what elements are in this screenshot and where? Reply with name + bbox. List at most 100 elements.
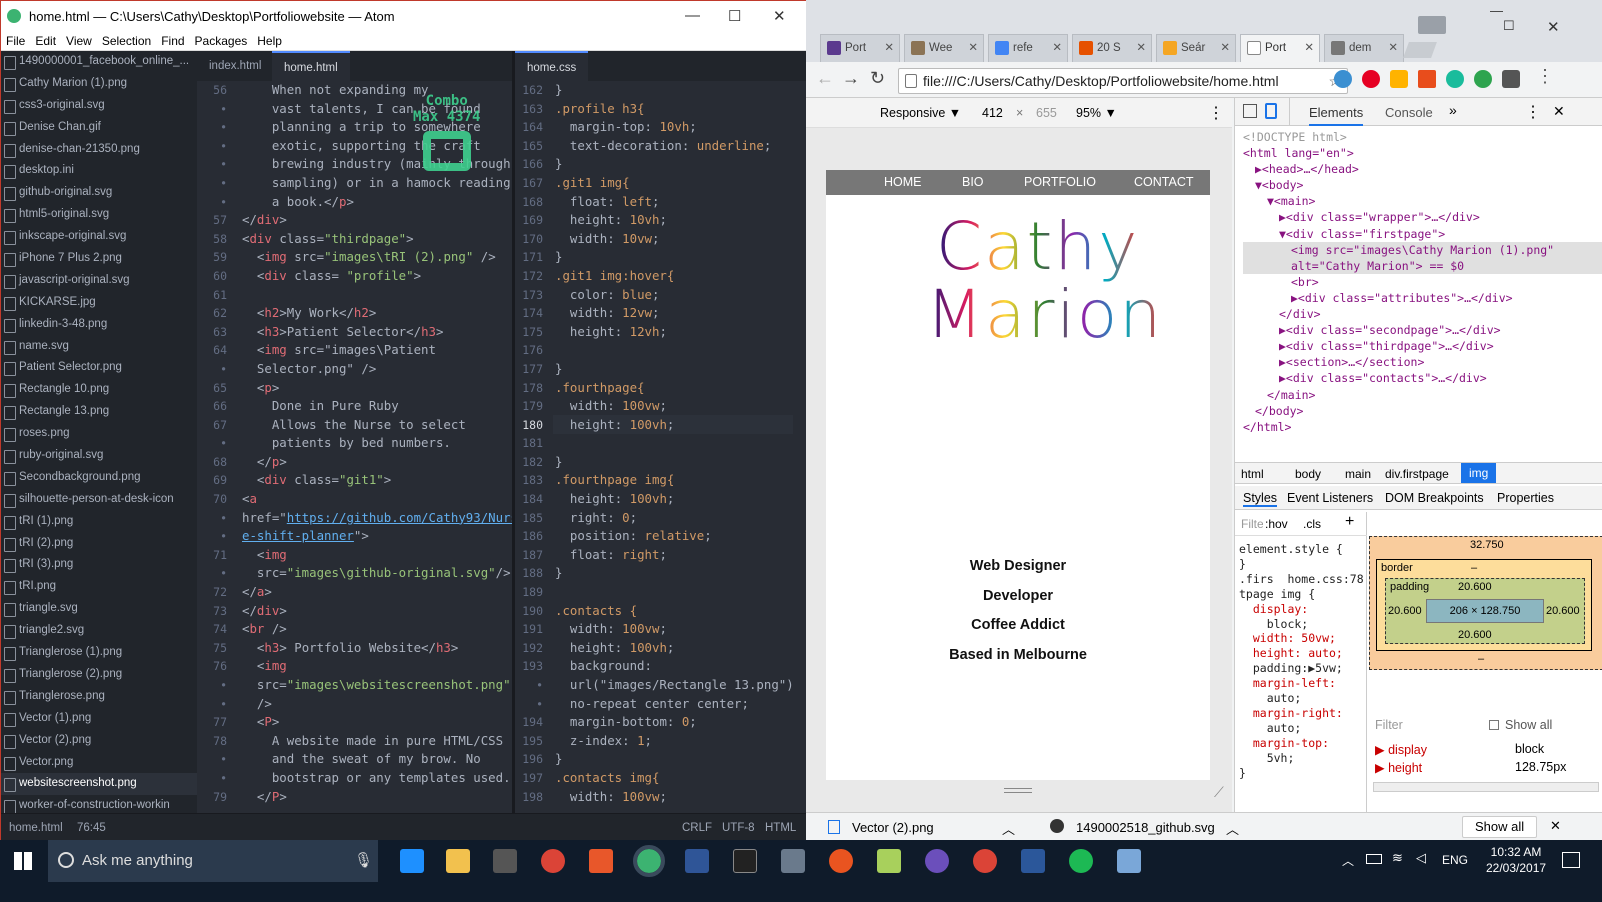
crumb-div-firstpage[interactable]: div.firstpage (1385, 467, 1449, 481)
tab-close-icon[interactable]: ✕ (1136, 35, 1146, 61)
file-explorer-icon[interactable] (446, 849, 470, 873)
style-line[interactable]: margin-top: (1239, 736, 1367, 751)
store-icon[interactable] (493, 849, 517, 873)
tab-close-icon[interactable]: ✕ (968, 35, 978, 61)
code-line[interactable]: width: 12vw; (555, 304, 821, 323)
code-line[interactable]: width: 100vw; (555, 788, 821, 807)
menu-find[interactable]: Find (156, 31, 189, 51)
dom-node[interactable]: ▼<main> (1243, 193, 1602, 209)
extension-icon-1[interactable] (1334, 70, 1352, 88)
dom-node[interactable]: alt="Cathy Marion"> == $0 (1243, 257, 1602, 274)
edge-icon[interactable] (400, 849, 424, 873)
tree-item[interactable]: github-original.svg (1, 182, 197, 204)
crumb-body[interactable]: body (1295, 467, 1321, 481)
microphone-icon[interactable]: 🎙 (354, 840, 373, 882)
crumb-img[interactable]: img (1461, 463, 1497, 483)
code-line[interactable]: height: 100vh; (555, 490, 821, 509)
code-line[interactable]: } (555, 81, 821, 100)
close-shelf-icon[interactable]: ✕ (1550, 818, 1561, 834)
code-line[interactable]: Allows the Nurse to select (242, 416, 512, 435)
nav-portfolio[interactable]: PORTFOLIO (1024, 175, 1096, 189)
code-line[interactable]: } (555, 360, 821, 379)
code-line[interactable]: a book.</p> (242, 193, 512, 212)
menu-file[interactable]: File (1, 31, 30, 51)
style-line[interactable]: margin-left: (1239, 676, 1367, 691)
tree-item[interactable]: Denise Chan.gif (1, 117, 197, 139)
computed-height-prop[interactable]: ▶ height (1375, 760, 1422, 775)
code-line[interactable]: <h3> Portfolio Website</h3> (242, 639, 512, 658)
code-line[interactable]: <br /> (242, 620, 512, 639)
dom-node[interactable]: ▼<div class="firstpage"> (1243, 226, 1602, 242)
style-line[interactable]: element.style { (1239, 542, 1367, 557)
browser-tab[interactable]: Wee ✕ (904, 34, 984, 62)
tab-elements[interactable]: Elements (1309, 105, 1364, 126)
app-icon-purple[interactable] (925, 849, 949, 873)
code-line[interactable]: no-repeat center center; (555, 695, 821, 714)
tree-item[interactable]: html5-original.svg (1, 204, 197, 226)
code-line[interactable]: </a> (242, 583, 512, 602)
code-line[interactable]: right: 0; (555, 509, 821, 528)
code-line[interactable]: .git1 img:hover{ (555, 267, 821, 286)
volume-icon[interactable]: ◁ (1416, 850, 1426, 866)
code-line[interactable]: } (555, 453, 821, 472)
chrome-icon[interactable] (541, 849, 565, 873)
new-tab-button[interactable] (1403, 42, 1437, 58)
ubuntu-icon[interactable] (829, 849, 853, 873)
tree-item[interactable]: Vector.png (1, 752, 197, 774)
code-line[interactable]: float: left; (555, 193, 821, 212)
code-line[interactable]: </P> (242, 788, 512, 807)
tab-close-icon[interactable]: ✕ (884, 35, 894, 61)
paint-icon[interactable] (1117, 849, 1141, 873)
tree-item[interactable]: websitescreenshot.png (1, 773, 197, 796)
code-line[interactable]: z-index: 1; (555, 732, 821, 751)
resize-handle-bottom[interactable] (1004, 788, 1032, 793)
code-line[interactable]: <img src="images\Patient (242, 341, 512, 360)
status-file[interactable]: home.html (9, 814, 63, 842)
hov-button[interactable]: :hov (1265, 517, 1288, 531)
tab-close-icon[interactable]: ✕ (1052, 35, 1062, 61)
subtab-dom-breakpoints[interactable]: DOM Breakpoints (1385, 491, 1484, 505)
code-line[interactable]: width: 100vw; (555, 620, 821, 639)
code-line[interactable]: } (555, 248, 821, 267)
dom-node[interactable]: ▶<head>…</head> (1243, 161, 1602, 177)
battery-icon[interactable] (1366, 854, 1382, 864)
code-line[interactable]: Done in Pure Ruby (242, 397, 512, 416)
dom-node[interactable]: </html> (1243, 419, 1602, 435)
resize-corner-icon[interactable]: ⟋ (1214, 784, 1224, 801)
tree-item[interactable]: triangle2.svg (1, 620, 197, 642)
menu-selection[interactable]: Selection (97, 31, 156, 51)
powershell-icon[interactable] (685, 849, 709, 873)
style-line[interactable]: auto; (1239, 691, 1367, 706)
code-line[interactable] (555, 434, 821, 453)
chrome-menu-icon[interactable]: ⋮ (1536, 66, 1554, 87)
code-line[interactable]: height: 100vh; (555, 639, 821, 658)
style-line[interactable]: auto; (1239, 721, 1367, 736)
style-line[interactable]: width: 50vw; (1239, 631, 1367, 646)
code-line[interactable]: position: relative; (555, 527, 821, 546)
status-cursor-pos[interactable]: 76:45 (77, 814, 106, 842)
tab-index-html[interactable]: index.html (197, 51, 273, 81)
3d-builder-icon[interactable] (781, 849, 805, 873)
subtab-properties[interactable]: Properties (1497, 491, 1554, 505)
menu-packages[interactable]: Packages (190, 31, 253, 51)
status-grammar[interactable]: HTML (765, 814, 796, 842)
device-menu-icon[interactable]: ⋮ (1208, 103, 1224, 123)
code-line[interactable]: height: 100vh; (555, 416, 821, 435)
chrome-icon-2[interactable] (973, 849, 997, 873)
tree-item[interactable]: Trianglerose.png (1, 686, 197, 708)
cmd-icon[interactable] (733, 849, 757, 873)
office-icon[interactable] (1418, 70, 1436, 88)
tree-item[interactable]: 1490000001_facebook_online_... (1, 51, 197, 73)
code-line[interactable]: float: right; (555, 546, 821, 565)
crumb-main[interactable]: main (1345, 467, 1371, 481)
browser-tab[interactable]: dem ✕ (1324, 34, 1404, 62)
code-line[interactable]: } (555, 564, 821, 583)
code-line[interactable]: url("images/Rectangle 13.png") (555, 676, 821, 695)
code-line[interactable]: width: 100vw; (555, 397, 821, 416)
menu-view[interactable]: View (61, 31, 97, 51)
code-line[interactable]: .contacts img{ (555, 769, 821, 788)
code-line[interactable]: height: 10vh; (555, 211, 821, 230)
inspect-icon[interactable] (1243, 104, 1257, 118)
subtab-styles[interactable]: Styles (1243, 491, 1278, 507)
code-line[interactable]: <div class="thirdpage"> (242, 230, 512, 249)
